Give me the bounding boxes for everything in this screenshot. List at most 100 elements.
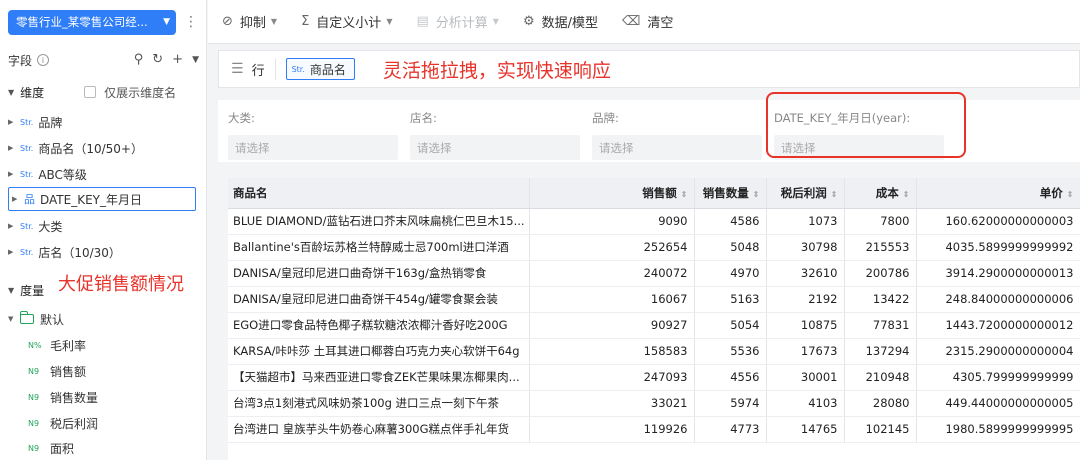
sort-icon[interactable]: ⇕	[903, 190, 910, 199]
table-cell: 14765	[766, 416, 845, 443]
only-dim-name-label: 仅展示维度名	[104, 85, 177, 100]
dimension-label: 店名（10/30）	[38, 245, 121, 260]
table-cell: 158583	[529, 338, 695, 365]
more-vertical-icon[interactable]: ⋮	[184, 14, 198, 30]
caret-right-icon: ▶	[8, 118, 14, 126]
column-header-sales[interactable]: 销售额 ⇕	[529, 178, 695, 209]
measure-item-area[interactable]: N9 面积	[28, 436, 74, 460]
measure-group-label: 度量	[20, 283, 45, 298]
sigma-icon: Σ	[301, 14, 310, 29]
table-cell: DANISA/皇冠印尼进口曲奇饼干163g/盒热销零食	[228, 260, 530, 287]
column-header-price[interactable]: 单价 ⇕	[916, 178, 1080, 209]
filter-select[interactable]: 请选择	[774, 135, 944, 160]
table-row[interactable]: BLUE DIAMOND/蓝钻石进口芥末风味扁桃仁巴旦木15... 9090 458…	[228, 208, 1080, 235]
measure-item-sales[interactable]: N9 销售额	[28, 359, 86, 383]
table-cell: 4773	[694, 416, 767, 443]
sort-icon[interactable]: ⇕	[753, 190, 760, 199]
sort-icon[interactable]: ⇕	[1067, 190, 1074, 199]
pivot-table: 商品名 销售额 ⇕ 销售数量 ⇕ 税后利润 ⇕ 成本 ⇕ 单价 ⇕ BLUE DIAMON…	[228, 178, 1080, 443]
column-header-label: 商品名	[233, 185, 268, 200]
clear-button[interactable]: ⌫ 清空	[622, 12, 673, 31]
filter-select[interactable]: 请选择	[410, 135, 580, 160]
table-cell: 247093	[529, 364, 695, 391]
measure-item-margin[interactable]: N% 毛利率	[28, 333, 86, 357]
string-type-icon: Str.	[20, 247, 34, 257]
folder-label: 默认	[40, 312, 65, 327]
fields-title: 字段	[8, 53, 33, 68]
dimension-item-category[interactable]: ▶ Str. 大类	[8, 214, 196, 238]
table-row[interactable]: 【天猫超市】马来西亚进口零食ZEK芒果味果冻椰果肉... 247093 4556 30…	[228, 364, 1080, 391]
checkbox[interactable]	[84, 86, 97, 98]
list-icon: ☰	[231, 61, 244, 77]
measure-label: 税后利润	[50, 416, 99, 431]
toolbar: ⊘ 抑制 ▼ Σ 自定义小计 ▼ ▤ 分析计算 ▼ ⚙ 数据/模型 ⌫ 清空	[208, 0, 1080, 44]
measure-label: 销售额	[50, 364, 87, 379]
dimension-label: 大类	[38, 219, 63, 234]
analysis-calc-button[interactable]: ▤ 分析计算 ▼	[416, 12, 498, 31]
sort-icon[interactable]: ⇕	[681, 190, 688, 199]
table-cell: 17673	[766, 338, 845, 365]
dimension-item-brand[interactable]: ▶ Str. 品牌	[8, 110, 196, 134]
hierarchy-icon: 品	[24, 193, 35, 206]
number-type-icon: N9	[28, 366, 40, 376]
refresh-icon[interactable]: ↻	[152, 52, 163, 68]
table-row[interactable]: 台湾3点1刻港式风味奶茶100g 进口三点一刻下午茶 33021 5974 4103 2…	[228, 390, 1080, 417]
suppress-label: 抑制	[239, 16, 266, 31]
row-field-pill[interactable]: Str. 商品名	[285, 58, 355, 80]
column-header-quantity[interactable]: 销售数量 ⇕	[694, 178, 767, 209]
table-cell: 200786	[844, 260, 917, 287]
table-cell: 2315.2900000000004	[916, 338, 1080, 365]
dimension-item-product[interactable]: ▶ Str. 商品名（10/50+）	[8, 136, 196, 160]
row-shelf[interactable]: ☰ 行 Str. 商品名 灵活拖拉拽，实现快速响应	[218, 50, 1080, 88]
data-table: 商品名 销售额 ⇕ 销售数量 ⇕ 税后利润 ⇕ 成本 ⇕ 单价 ⇕ BLUE DIAMON…	[228, 178, 1080, 460]
table-cell: 3914.2900000000013	[916, 260, 1080, 287]
table-row[interactable]: DANISA/皇冠印尼进口曲奇饼干163g/盒热销零食 240072 4970 326…	[228, 260, 1080, 287]
datasource-select[interactable]: 零售行业_某零售公司经... ▼	[8, 9, 176, 35]
table-cell: 4103	[766, 390, 845, 417]
measure-item-quantity[interactable]: N9 销售数量	[28, 385, 98, 409]
dimension-item-store[interactable]: ▶ Str. 店名（10/30）	[8, 240, 196, 264]
info-icon[interactable]: i	[37, 54, 50, 66]
caret-down-icon: ▼	[8, 285, 15, 295]
dimension-item-abc[interactable]: ▶ Str. ABC等级	[8, 162, 196, 186]
only-dim-name-toggle[interactable]: 仅展示维度名	[84, 84, 176, 101]
column-header-label: 税后利润	[780, 185, 827, 200]
column-header-cost[interactable]: 成本 ⇕	[844, 178, 917, 209]
plus-icon[interactable]: +	[172, 52, 183, 68]
table-cell: 248.84000000000006	[916, 286, 1080, 313]
column-header-product[interactable]: 商品名	[228, 178, 530, 209]
custom-subtotal-button[interactable]: Σ 自定义小计 ▼	[301, 12, 392, 31]
suppress-button[interactable]: ⊘ 抑制 ▼	[222, 12, 277, 31]
data-model-button[interactable]: ⚙ 数据/模型	[523, 12, 598, 31]
caret-down-icon: ▼	[8, 315, 14, 323]
chevron-down-icon: ▼	[386, 17, 393, 26]
table-cell: 210948	[844, 364, 917, 391]
table-row[interactable]: EGO进口零食品特色椰子糕软糖浓浓椰汁香好吃200G 90927 5054 10875…	[228, 312, 1080, 339]
search-icon[interactable]: ⚲	[134, 52, 144, 68]
table-row[interactable]: Ballantine's百龄坛苏格兰特醇威士忌700ml进口洋酒 252654 50…	[228, 234, 1080, 261]
table-cell: 90927	[529, 312, 695, 339]
table-cell: KARSA/咔咔莎 土耳其进口椰蓉白巧克力夹心软饼干64g	[228, 338, 530, 365]
analysis-calc-label: 分析计算	[435, 16, 488, 31]
column-header-profit[interactable]: 税后利润 ⇕	[766, 178, 845, 209]
table-cell: 240072	[529, 260, 695, 287]
filter-select[interactable]: 请选择	[592, 135, 762, 160]
measure-folder-default[interactable]: ▼ 默认	[8, 307, 196, 331]
filter-select[interactable]: 请选择	[228, 135, 398, 160]
table-cell: 4586	[694, 208, 767, 235]
chevron-down-icon: ▼	[270, 17, 278, 26]
dimension-group-header[interactable]: ▼ 维度 仅展示维度名	[0, 80, 206, 104]
table-cell: 137294	[844, 338, 917, 365]
table-cell: 1980.5899999999995	[916, 416, 1080, 443]
table-row[interactable]: KARSA/咔咔莎 土耳其进口椰蓉白巧克力夹心软饼干64g 158583 5536 1…	[228, 338, 1080, 365]
measure-item-profit[interactable]: N9 税后利润	[28, 411, 98, 435]
table-cell: 30798	[766, 234, 845, 261]
sort-icon[interactable]: ⇕	[831, 190, 838, 199]
dimension-item-date[interactable]: ▶ 品 DATE_KEY_年月日	[8, 187, 196, 211]
table-row[interactable]: 台湾进口 皇族芋头牛奶卷心麻薯300G糕点伴手礼年货 119926 4773 1476…	[228, 416, 1080, 443]
table-row[interactable]: DANISA/皇冠印尼进口曲奇饼干454g/罐零食聚会装 16067 5163 219…	[228, 286, 1080, 313]
datasource-row: 零售行业_某零售公司经... ▼ ⋮	[0, 0, 206, 44]
chevron-down-icon[interactable]: ▼	[192, 52, 199, 68]
gear-icon: ⚙	[522, 14, 535, 29]
datasource-name: 零售行业_某零售公司经...	[16, 15, 148, 29]
